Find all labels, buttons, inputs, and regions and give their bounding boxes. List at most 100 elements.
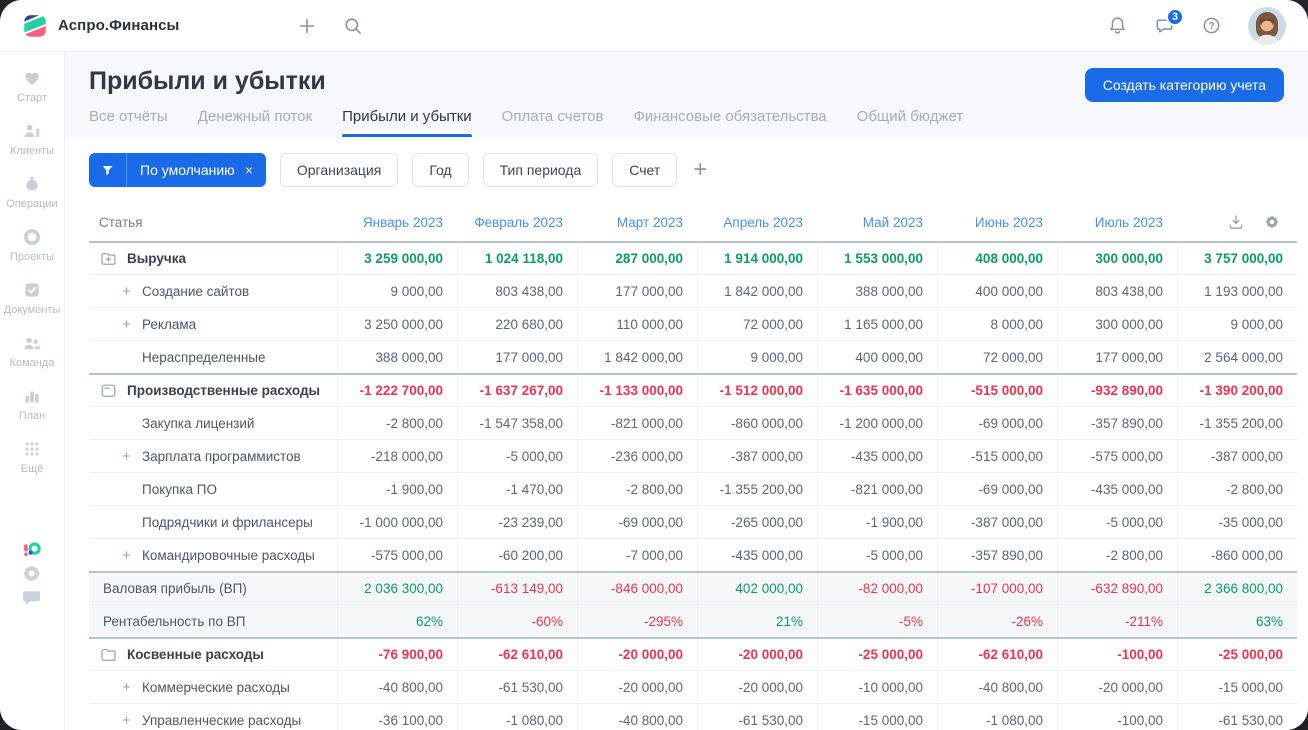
tab-Оплата счетов[interactable]: Оплата счетов (502, 108, 604, 137)
column-header-month[interactable]: Июнь 2023 (937, 203, 1057, 241)
filter-chip-Организация[interactable]: Организация (279, 153, 399, 187)
folder-plus-icon[interactable] (99, 249, 118, 268)
cell-value[interactable]: -107 000,00 (937, 573, 1057, 604)
sidebar-item-team[interactable]: Команда (4, 333, 61, 369)
gear-icon[interactable] (1263, 213, 1281, 231)
cell-value[interactable]: -5% (817, 605, 937, 637)
notifications-bell-icon[interactable] (1107, 15, 1128, 36)
expand-plus-icon[interactable]: + (120, 712, 133, 729)
avatar[interactable] (1248, 6, 1286, 45)
cell-value[interactable]: -515 000,00 (937, 375, 1057, 406)
cell-value[interactable]: -575 000,00 (337, 539, 457, 571)
cell-value[interactable]: -62 610,00 (937, 639, 1057, 670)
cell-value[interactable]: -10 000,00 (817, 671, 937, 703)
cell-value[interactable]: -1 000 000,00 (337, 506, 457, 538)
cell-value[interactable]: -26% (937, 605, 1057, 637)
row-label[interactable]: + Реклама (89, 308, 337, 340)
column-header-month[interactable]: Февраль 2023 (457, 203, 577, 241)
row-label[interactable]: + Коммерческие расходы (89, 671, 337, 703)
row-label[interactable]: Нераспределенные (89, 341, 337, 373)
table-row[interactable]: + Создание сайтов 9 000,00 803 438,00 177 00… (89, 274, 1297, 307)
cell-value[interactable]: 2 366 800,00 (1177, 573, 1297, 604)
cell-value[interactable]: -1 133 000,00 (577, 375, 697, 406)
cell-value[interactable]: -61 530,00 (457, 671, 577, 703)
cell-value[interactable]: 1 842 000,00 (577, 341, 697, 373)
cell-value[interactable]: -860 000,00 (1177, 539, 1297, 571)
search-icon[interactable] (343, 16, 363, 36)
folder-minus-icon[interactable] (99, 381, 118, 400)
cell-value[interactable]: 220 680,00 (457, 308, 577, 340)
cell-value[interactable]: 300 000,00 (1057, 308, 1177, 340)
cell-value[interactable]: 3 259 000,00 (337, 243, 457, 274)
cell-value[interactable]: 388 000,00 (817, 275, 937, 307)
cell-value[interactable]: -5 000,00 (457, 440, 577, 472)
sidebar-item-projects[interactable]: Проекты (4, 227, 61, 263)
tab-Все отчёты[interactable]: Все отчёты (89, 108, 168, 137)
cell-value[interactable]: -82 000,00 (817, 573, 937, 604)
cell-value[interactable]: -1 900,00 (817, 506, 937, 538)
help-icon[interactable]: ? (1201, 15, 1222, 36)
cell-value[interactable]: 9 000,00 (1177, 308, 1297, 340)
cell-value[interactable]: -1 355 200,00 (697, 473, 817, 505)
cell-value[interactable]: -1 512 000,00 (697, 375, 817, 406)
cell-value[interactable]: -1 390 200,00 (1177, 375, 1297, 406)
cell-value[interactable]: 72 000,00 (937, 341, 1057, 373)
cell-value[interactable]: -387 000,00 (937, 506, 1057, 538)
cell-value[interactable]: -1 200 000,00 (817, 407, 937, 439)
cell-value[interactable]: -435 000,00 (817, 440, 937, 472)
cell-value[interactable]: -69 000,00 (937, 407, 1057, 439)
cell-value[interactable]: -60% (457, 605, 577, 637)
row-label[interactable]: Закупка лицензий (89, 407, 337, 439)
close-icon[interactable]: × (245, 162, 266, 178)
cell-value[interactable]: 72 000,00 (697, 308, 817, 340)
cell-value[interactable]: -20 000,00 (577, 671, 697, 703)
cell-value[interactable]: -1 635 000,00 (817, 375, 937, 406)
table-row[interactable]: + Командировочные расходы -575 000,00 -60 2… (89, 538, 1297, 571)
cell-value[interactable]: -1 080,00 (457, 704, 577, 730)
row-label[interactable]: Косвенные расходы (89, 639, 337, 670)
cell-value[interactable]: -61 530,00 (697, 704, 817, 730)
cell-value[interactable]: -211% (1057, 605, 1177, 637)
cell-value[interactable]: 177 000,00 (457, 341, 577, 373)
cell-value[interactable]: 1 914 000,00 (697, 243, 817, 274)
cell-value[interactable]: -1 900,00 (337, 473, 457, 505)
cell-value[interactable]: -1 470,00 (457, 473, 577, 505)
cell-value[interactable]: -36 100,00 (337, 704, 457, 730)
cell-value[interactable]: 1 193 000,00 (1177, 275, 1297, 307)
tab-Прибыли и убытки[interactable]: Прибыли и убытки (342, 108, 472, 137)
cell-value[interactable]: -387 000,00 (1177, 440, 1297, 472)
cell-value[interactable]: 1 165 000,00 (817, 308, 937, 340)
cell-value[interactable]: -5 000,00 (817, 539, 937, 571)
cell-value[interactable]: -1 222 700,00 (337, 375, 457, 406)
settings-gear-icon[interactable] (20, 562, 44, 586)
download-icon[interactable] (1227, 213, 1245, 231)
row-label[interactable]: Подрядчики и фрилансеры (89, 506, 337, 538)
row-label[interactable]: + Создание сайтов (89, 275, 337, 307)
cell-value[interactable]: -932 890,00 (1057, 375, 1177, 406)
cell-value[interactable]: -2 800,00 (577, 473, 697, 505)
table-row[interactable]: Покупка ПО -1 900,00 -1 470,00 -2 800,00 -1 … (89, 472, 1297, 505)
column-header-month[interactable]: Май 2023 (817, 203, 937, 241)
cell-value[interactable]: -2 800,00 (337, 407, 457, 439)
cell-value[interactable]: -632 890,00 (1057, 573, 1177, 604)
create-category-button[interactable]: Создать категорию учета (1084, 68, 1284, 102)
cell-value[interactable]: -69 000,00 (577, 506, 697, 538)
cell-value[interactable]: 62% (337, 605, 457, 637)
table-row[interactable]: + Коммерческие расходы -40 800,00 -61 530,0… (89, 670, 1297, 703)
cell-value[interactable]: 1 024 118,00 (457, 243, 577, 274)
cell-value[interactable]: -7 000,00 (577, 539, 697, 571)
row-label[interactable]: Производственные расходы (89, 375, 337, 406)
cell-value[interactable]: 803 438,00 (457, 275, 577, 307)
cell-value[interactable]: -2 800,00 (1177, 473, 1297, 505)
cell-value[interactable]: 408 000,00 (937, 243, 1057, 274)
folder-icon[interactable] (99, 645, 118, 664)
expand-plus-icon[interactable]: + (120, 679, 133, 696)
cell-value[interactable]: -62 610,00 (457, 639, 577, 670)
table-row[interactable]: Косвенные расходы -76 900,00 -62 610,00 -20… (89, 637, 1297, 670)
cell-value[interactable]: -575 000,00 (1057, 440, 1177, 472)
table-row[interactable]: Выручка 3 259 000,00 1 024 118,00 287 000,0… (89, 241, 1297, 274)
cell-value[interactable]: -515 000,00 (937, 440, 1057, 472)
column-header-month[interactable]: Июль 2023 (1057, 203, 1177, 241)
cell-value[interactable]: 2 564 000,00 (1177, 341, 1297, 373)
column-header-month[interactable]: Январь 2023 (337, 203, 457, 241)
